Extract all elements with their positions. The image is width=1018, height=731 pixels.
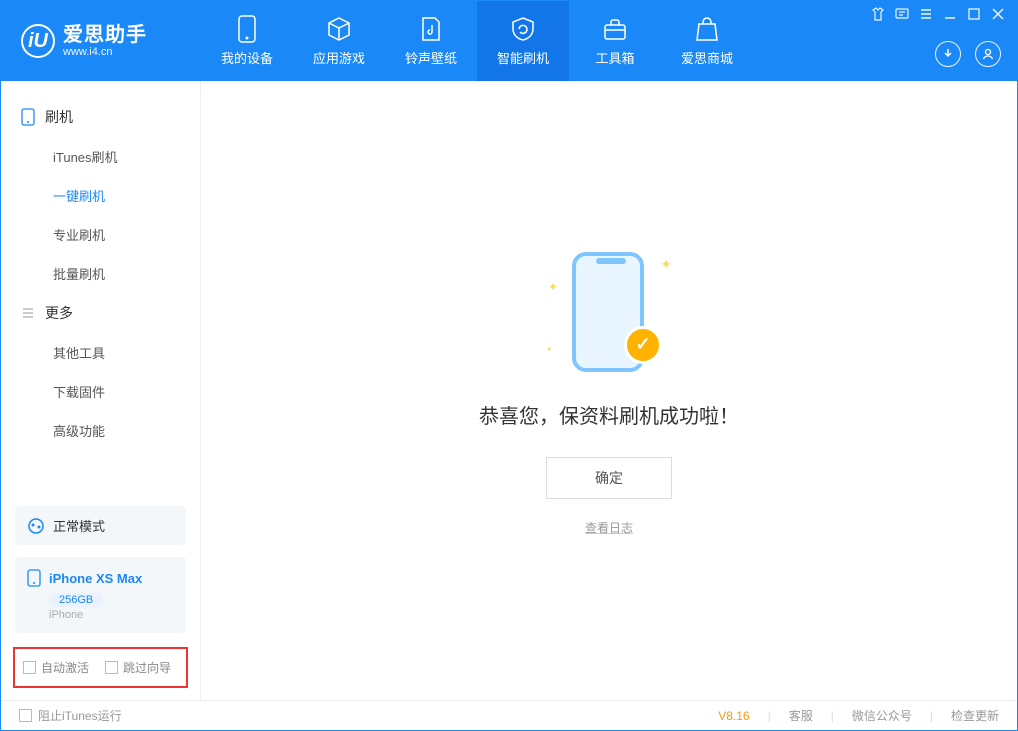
tab-apps-games[interactable]: 应用游戏 — [293, 1, 385, 81]
app-url: www.i4.cn — [63, 46, 147, 58]
support-link[interactable]: 客服 — [789, 707, 813, 724]
mode-card[interactable]: 正常模式 — [15, 506, 186, 545]
check-icon: ✓ — [624, 326, 662, 364]
auto-activate-checkbox[interactable]: 自动激活 — [23, 659, 89, 676]
minimize-button[interactable] — [943, 7, 957, 21]
device-name: iPhone XS Max — [49, 571, 142, 586]
music-file-icon — [417, 15, 445, 43]
check-update-link[interactable]: 检查更新 — [951, 707, 999, 724]
sidebar-item-itunes-flash[interactable]: iTunes刷机 — [1, 137, 200, 176]
phone-icon — [21, 108, 35, 126]
window-controls — [871, 7, 1005, 21]
nav-tabs: 我的设备 应用游戏 铃声壁纸 智能刷机 工具箱 爱思商城 — [201, 1, 753, 81]
tab-my-device[interactable]: 我的设备 — [201, 1, 293, 81]
success-illustration: ✦✦✦ ✓ — [544, 246, 674, 376]
toolbox-icon — [601, 15, 629, 43]
sidebar-section-more: 更多 — [1, 293, 200, 333]
tab-toolbox[interactable]: 工具箱 — [569, 1, 661, 81]
sidebar-item-download-firmware[interactable]: 下载固件 — [1, 372, 200, 411]
block-itunes-checkbox[interactable]: 阻止iTunes运行 — [19, 707, 122, 724]
sidebar-item-batch-flash[interactable]: 批量刷机 — [1, 254, 200, 293]
options-row-highlighted: 自动激活 跳过向导 — [13, 647, 188, 688]
maximize-button[interactable] — [967, 7, 981, 21]
skip-guide-checkbox[interactable]: 跳过向导 — [105, 659, 171, 676]
tab-smart-flash[interactable]: 智能刷机 — [477, 1, 569, 81]
sidebar-item-oneclick-flash[interactable]: 一键刷机 — [1, 176, 200, 215]
footer: 阻止iTunes运行 V8.16 | 客服 | 微信公众号 | 检查更新 — [1, 700, 1017, 730]
sidebar-item-advanced[interactable]: 高级功能 — [1, 411, 200, 450]
cube-icon — [325, 15, 353, 43]
confirm-button[interactable]: 确定 — [546, 457, 672, 499]
sidebar: 刷机 iTunes刷机 一键刷机 专业刷机 批量刷机 更多 其他工具 下载固件 … — [1, 81, 201, 700]
wechat-link[interactable]: 微信公众号 — [852, 707, 912, 724]
version-label: V8.16 — [718, 709, 749, 723]
logo-icon: iU — [21, 24, 55, 58]
mode-icon — [27, 517, 45, 535]
feedback-icon[interactable] — [895, 7, 909, 21]
tab-mall[interactable]: 爱思商城 — [661, 1, 753, 81]
close-button[interactable] — [991, 7, 1005, 21]
view-log-link[interactable]: 查看日志 — [585, 519, 633, 536]
menu-icon[interactable] — [919, 7, 933, 21]
sidebar-item-other-tools[interactable]: 其他工具 — [1, 333, 200, 372]
list-icon — [21, 306, 35, 320]
tab-ringtone-wallpaper[interactable]: 铃声壁纸 — [385, 1, 477, 81]
sidebar-item-pro-flash[interactable]: 专业刷机 — [1, 215, 200, 254]
main-content: ✦✦✦ ✓ 恭喜您，保资料刷机成功啦！ 确定 查看日志 — [201, 81, 1017, 700]
device-card[interactable]: iPhone XS Max 256GB iPhone — [15, 557, 186, 633]
device-type: iPhone — [49, 609, 174, 621]
device-icon — [233, 15, 261, 43]
titlebar: iU 爱思助手 www.i4.cn 我的设备 应用游戏 铃声壁纸 智能刷机 — [1, 1, 1017, 81]
app-window: iU 爱思助手 www.i4.cn 我的设备 应用游戏 铃声壁纸 智能刷机 — [0, 0, 1018, 731]
bag-icon — [693, 15, 721, 43]
success-message: 恭喜您，保资料刷机成功啦！ — [479, 400, 739, 429]
logo: iU 爱思助手 www.i4.cn — [1, 1, 201, 81]
shirt-icon[interactable] — [871, 7, 885, 21]
user-button[interactable] — [975, 41, 1001, 67]
shield-refresh-icon — [509, 15, 537, 43]
download-button[interactable] — [935, 41, 961, 67]
device-icon — [27, 569, 41, 587]
device-storage-badge: 256GB — [49, 593, 103, 607]
app-name: 爱思助手 — [63, 24, 147, 46]
sidebar-section-flash: 刷机 — [1, 97, 200, 137]
